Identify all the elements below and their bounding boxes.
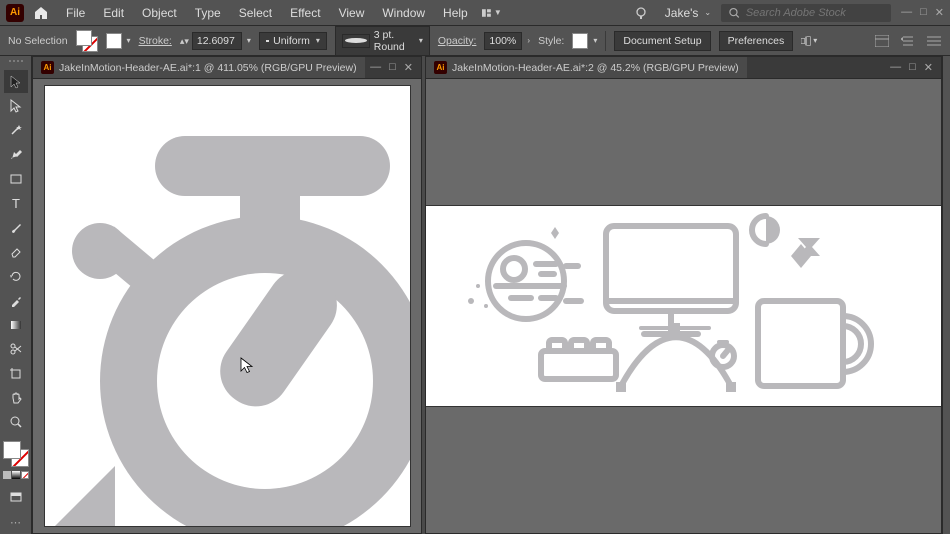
document-tab-bar: Ai JakeInMotion-Header-AE.ai*:1 @ 411.05… (33, 57, 421, 79)
edit-toolbar-icon[interactable]: ⋯ (4, 511, 28, 534)
align-icon[interactable]: ▾ (801, 33, 817, 49)
eraser-tool[interactable] (4, 240, 28, 263)
control-bar: No Selection ▾ Stroke: ▴▾ ▾ Uniform▾ 3 p… (0, 26, 950, 56)
doc-close-icon[interactable]: ✕ (404, 61, 413, 74)
essentials-icon[interactable] (900, 33, 916, 49)
main-area: T ⋯ Ai JakeInMotion-Header-AE.ai*:1 @ 41… (0, 56, 950, 534)
scissors-tool[interactable] (4, 338, 28, 361)
doc-maximize-icon[interactable]: □ (909, 61, 916, 74)
stroke-weight-field[interactable]: ▴▾ ▾ (180, 32, 251, 50)
artboard-tool[interactable] (4, 362, 28, 385)
menu-type[interactable]: Type (187, 2, 229, 24)
screen-mode-tool[interactable] (4, 486, 28, 509)
ai-file-icon: Ai (434, 61, 447, 74)
search-box[interactable] (721, 4, 891, 22)
options-icon[interactable] (926, 33, 942, 49)
opacity-input[interactable] (484, 32, 522, 50)
close-icon[interactable]: ✕ (935, 6, 944, 19)
ai-file-icon: Ai (41, 61, 54, 74)
workspace-label: Jake's (665, 6, 699, 20)
app-logo-icon: Ai (6, 4, 24, 22)
stroke-profile-dropdown[interactable]: Uniform▾ (259, 32, 327, 50)
canvas[interactable] (33, 79, 421, 533)
discover-icon[interactable] (631, 3, 651, 23)
doc-close-icon[interactable]: ✕ (924, 61, 933, 74)
window-controls: — □ ✕ (901, 6, 944, 19)
menu-help[interactable]: Help (435, 2, 476, 24)
magic-wand-tool[interactable] (4, 119, 28, 142)
home-icon[interactable] (30, 2, 52, 24)
search-input[interactable] (746, 7, 883, 19)
brush-dropdown[interactable]: 3 pt. Round▾ (335, 26, 430, 56)
paintbrush-tool[interactable] (4, 216, 28, 239)
artboard (45, 86, 410, 526)
doc-minimize-icon[interactable]: — (370, 61, 381, 74)
stroke-weight-input[interactable] (192, 32, 242, 50)
stroke-label[interactable]: Stroke: (139, 35, 172, 47)
eyedropper-tool[interactable] (4, 289, 28, 312)
document-title: JakeInMotion-Header-AE.ai*:1 @ 411.05% (… (59, 62, 357, 74)
type-tool[interactable]: T (4, 192, 28, 215)
document-window-2: Ai JakeInMotion-Header-AE.ai*:2 @ 45.2% … (425, 56, 942, 534)
document-window-1: Ai JakeInMotion-Header-AE.ai*:1 @ 411.05… (32, 56, 422, 534)
panel-grip-icon[interactable] (7, 60, 25, 65)
selection-status: No Selection (8, 35, 68, 47)
panel-toggle-icon[interactable] (874, 33, 890, 49)
opacity-label[interactable]: Opacity: (438, 35, 477, 47)
menu-edit[interactable]: Edit (95, 2, 132, 24)
direct-selection-tool[interactable] (4, 94, 28, 117)
search-icon (729, 7, 740, 19)
fill-stroke-swatch[interactable] (76, 30, 98, 52)
menu-object[interactable]: Object (134, 2, 185, 24)
arrange-documents-icon[interactable]: ▼ (482, 3, 502, 23)
menu-effect[interactable]: Effect (282, 2, 328, 24)
preferences-button[interactable]: Preferences (719, 31, 794, 51)
artboard (426, 206, 941, 406)
tools-panel: T ⋯ (0, 56, 32, 534)
fill-dropdown[interactable]: ▾ (106, 33, 131, 49)
hand-tool[interactable] (4, 386, 28, 409)
selection-tool[interactable] (4, 70, 28, 93)
doc-minimize-icon[interactable]: — (890, 61, 901, 74)
style-dropdown[interactable]: ▾ (572, 33, 597, 49)
maximize-icon[interactable]: □ (920, 6, 927, 19)
menu-select[interactable]: Select (231, 2, 280, 24)
minimize-icon[interactable]: — (901, 6, 912, 19)
rotate-tool[interactable] (4, 265, 28, 288)
svg-text:T: T (12, 196, 20, 210)
color-mode-swatches[interactable] (3, 471, 29, 479)
zoom-tool[interactable] (4, 411, 28, 434)
document-area: Ai JakeInMotion-Header-AE.ai*:1 @ 411.05… (32, 56, 942, 534)
menu-bar: Ai File Edit Object Type Select Effect V… (0, 0, 950, 26)
document-tab-bar: Ai JakeInMotion-Header-AE.ai*:2 @ 45.2% … (426, 57, 941, 79)
document-setup-button[interactable]: Document Setup (614, 31, 710, 51)
menu-file[interactable]: File (58, 2, 93, 24)
rectangle-tool[interactable] (4, 167, 28, 190)
pen-tool[interactable] (4, 143, 28, 166)
menu-view[interactable]: View (331, 2, 373, 24)
document-tab[interactable]: Ai JakeInMotion-Header-AE.ai*:1 @ 411.05… (33, 57, 365, 78)
document-tab[interactable]: Ai JakeInMotion-Header-AE.ai*:2 @ 45.2% … (426, 57, 747, 78)
fill-stroke-tool-swatch[interactable] (3, 441, 29, 466)
gradient-tool[interactable] (4, 313, 28, 336)
chevron-down-icon: ⌄ (704, 8, 711, 17)
style-label: Style: (538, 35, 564, 47)
menu-window[interactable]: Window (374, 2, 433, 24)
document-title: JakeInMotion-Header-AE.ai*:2 @ 45.2% (RG… (452, 62, 739, 74)
doc-maximize-icon[interactable]: □ (389, 61, 396, 74)
collapsed-panel-dock[interactable] (942, 56, 950, 534)
opacity-field[interactable]: › (484, 32, 530, 50)
workspace-switcher[interactable]: Jake's ⌄ (657, 3, 719, 23)
canvas[interactable] (426, 79, 941, 533)
